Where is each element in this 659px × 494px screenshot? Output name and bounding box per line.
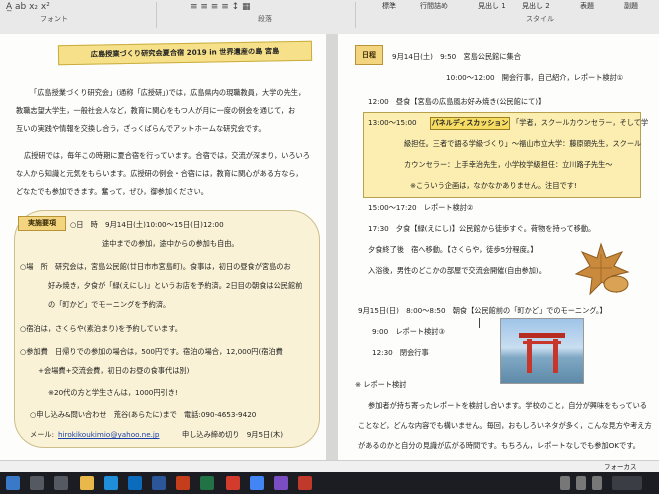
schedule-tag: 日程	[355, 45, 383, 65]
group-style-label: スタイル	[526, 15, 554, 23]
detail-line: ○申し込み&問い合わせ 荒谷(あらたに)まで 電話:090-4653-9420	[30, 410, 257, 419]
schedule-line: 9:00 レポート検討③	[372, 327, 445, 336]
style-standard[interactable]: 標準	[382, 1, 396, 11]
tray-icon[interactable]	[560, 476, 570, 490]
edge-browser-icon[interactable]	[104, 476, 118, 490]
paragraph-tools-icon[interactable]: ≡ ≡ ≡ ≡ ↕ ▦	[190, 2, 251, 12]
font-tools-icon[interactable]: A̲ ab x₂ x²	[6, 2, 50, 12]
intro-line: どなたでも参加できます。奮って，ぜひ，御参加ください。	[16, 187, 208, 196]
detail-line: ○日 時 9月14日(土)10:00〜15日(日)12:00	[70, 220, 224, 229]
detail-line: 途中までの参加，途中からの参加も自由。	[102, 239, 239, 248]
focus-mode-button[interactable]: フォーカス	[604, 463, 637, 472]
style-nospacing[interactable]: 行間詰め	[420, 1, 448, 11]
app-icon[interactable]	[226, 476, 240, 490]
detail-line: ○宿泊は，さくらや(素泊まり)を予約しています。	[20, 324, 182, 333]
detail-line: の「町かど」でモーニングを予約済。	[48, 300, 171, 309]
panel-line: ※こういう企画は，なかなかありません。注目です!	[410, 181, 577, 190]
detail-line: +会場費+交流会費，初日のお昼の食事代は別)	[38, 366, 190, 375]
app-icon[interactable]	[274, 476, 288, 490]
file-explorer-icon[interactable]	[80, 476, 94, 490]
style-heading1[interactable]: 見出し 1	[478, 1, 506, 11]
detail-line: 好み焼き，夕食が「緑(えにし)」というお店を予約済。2日目の朝食は公民館前	[48, 281, 303, 290]
schedule-line: 9月14日(土) 9:50 宮島公民館に集合	[392, 52, 521, 61]
intro-line: 「広島授業づくり研究会」(通称「広授研」)では，広島県内の現職教員，大学の先生，	[30, 88, 306, 97]
intro-line: 広授研では，毎年この時期に夏合宿を行っています。合宿では，交流が深まり，いろいろ	[24, 151, 310, 160]
task-view-icon[interactable]	[54, 476, 68, 490]
text-cursor	[479, 318, 480, 328]
powerpoint-icon[interactable]	[176, 476, 190, 490]
deadline-text: 申し込み締め切り 9月5日(木)	[182, 430, 284, 439]
detail-line: ○場 所 研究会は，宮島公民館(廿日市市宮島町)。食事は，初日の昼食が宮島のお	[20, 262, 291, 271]
detail-line: ○参加費 日帰りでの参加の場合は，500円です。宿泊の場合，12,000円(宿泊…	[20, 347, 283, 356]
report-line: があるのかと自分の見識が広がる時間です。もちろん，レポートなしでも参加OKです。	[358, 441, 640, 450]
schedule-line: 17:30 夕食【緑(えにし)】公民館から徒歩すぐ。荷物を持って移動。	[368, 224, 596, 233]
page-gutter	[326, 34, 338, 470]
panel-line: カウンセラー：上手幸治先生，小学校学級担任：立川路子先生〜	[404, 160, 613, 169]
ribbon: A̲ ab x₂ x² フォント ≡ ≡ ≡ ≡ ↕ ▦ 段落 標準 行間詰め …	[0, 0, 659, 35]
panel-line: 「学者，スクールカウンセラー，そして学	[512, 118, 649, 127]
tray-icon[interactable]	[576, 476, 586, 490]
intro-line: 互いの実践や情報を交換し合う，ざっくばらんでアットホームな研究会です。	[16, 124, 266, 133]
schedule-line: 9月15日(日) 8:00〜8:50 朝食【公民館前の「町かど」でのモーニング。…	[358, 306, 607, 315]
app-icon[interactable]	[298, 476, 312, 490]
excel-icon[interactable]	[200, 476, 214, 490]
mail-label: メール:	[30, 430, 54, 439]
torii-post	[553, 339, 558, 373]
windows-start-icon[interactable]	[6, 476, 20, 490]
panel-tag: パネルディスカッション	[430, 117, 510, 130]
tray-icon[interactable]	[592, 476, 602, 490]
schedule-line: 10:00〜12:00 開会行事，自己紹介，レポート検討①	[446, 73, 624, 82]
intro-line: 教職志望大学生，一般社会人など，教育に関心をもつ人が月に一度の例会を通じて，お	[16, 106, 296, 115]
schedule-line: 12:30 閉会行事	[372, 348, 429, 357]
schedule-line: 夕食終了後 宿へ移動。【さくらや，徒歩5分程度。】	[368, 245, 538, 254]
detail-line: ※20代の方と学生さんは，1000円引き!	[48, 388, 178, 397]
style-title[interactable]: 表題	[580, 1, 594, 11]
intro-line: な人から知識と元気をもらいます。広授研の例会・合宿には，教育に関心がある方なら，	[16, 169, 303, 178]
clock-area[interactable]	[612, 476, 642, 490]
report-line: ことなど，どんな内容でも構いません。毎回，おもしろいネタが多く，こんな見方や考え…	[358, 421, 652, 430]
chrome-icon[interactable]	[250, 476, 264, 490]
store-icon[interactable]	[128, 476, 142, 490]
report-heading: ※ レポート検討	[355, 380, 407, 389]
style-subtitle[interactable]: 副題	[624, 1, 638, 11]
schedule-line: 入浴後，男性のどこかの部屋で交流会開催(自由参加)。	[368, 266, 546, 275]
group-font-label: フォント	[40, 15, 68, 23]
momiji-manju-icon	[574, 242, 630, 296]
torii-top-beam	[519, 333, 565, 338]
panel-line: 級担任。三者で語る学級づくり」〜福山市立大学：藤原頭先生，スクール	[404, 139, 642, 148]
email-link[interactable]: hirokikoukimio@yahoo.ne.jp	[58, 430, 160, 439]
schedule-line: 12:00 昼食【宮島の広島風お好み焼き(公民館にて)】	[368, 97, 546, 106]
torii-photo	[500, 318, 584, 384]
report-line: 参加者が持ち寄ったレポートを検討し合います。学校のこと，自分が興味をもっている	[368, 401, 647, 410]
torii-post	[527, 339, 532, 373]
details-tag: 実施要項	[18, 216, 66, 231]
schedule-line: 15:00〜17:20 レポート検討②	[368, 203, 474, 212]
ribbon-divider	[156, 2, 157, 28]
search-icon[interactable]	[30, 476, 44, 490]
style-heading2[interactable]: 見出し 2	[522, 1, 550, 11]
taskbar	[0, 472, 659, 494]
ribbon-divider	[355, 2, 356, 28]
panel-time: 13:00〜15:00	[368, 118, 417, 127]
word-icon[interactable]	[152, 476, 166, 490]
group-paragraph-label: 段落	[258, 15, 272, 23]
